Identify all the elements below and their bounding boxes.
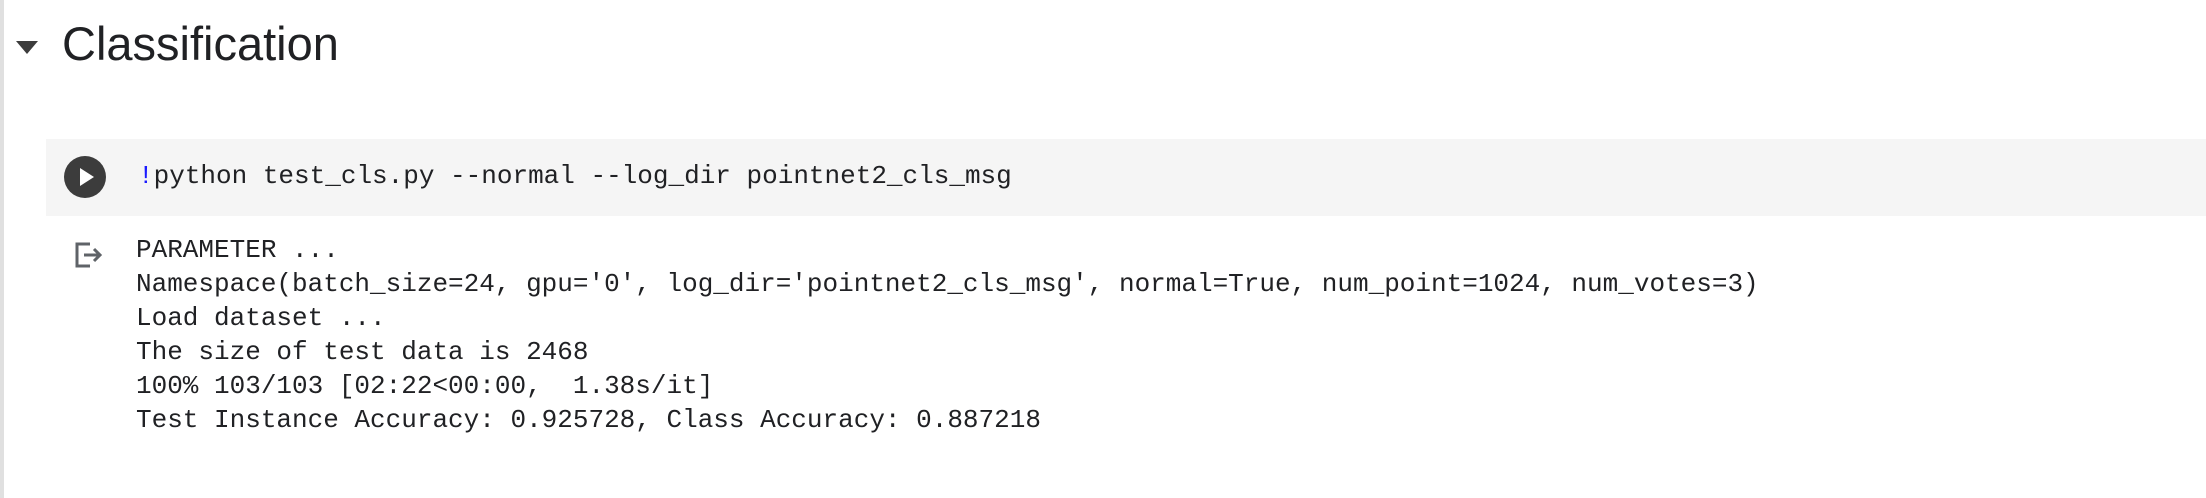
output-line: PARAMETER ... [136, 235, 339, 265]
run-cell-button[interactable] [64, 156, 106, 198]
shell-bang: ! [138, 161, 154, 191]
cell-output: PARAMETER ... Namespace(batch_size=24, g… [136, 233, 1759, 437]
play-icon [80, 168, 94, 186]
section-header: Classification [0, 0, 800, 92]
output-line: The size of test data is 2468 [136, 337, 589, 367]
caret-down-icon[interactable] [14, 38, 40, 58]
section-title: Classification [62, 17, 339, 70]
output-line: 100% 103/103 [02:22<00:00, 1.38s/it] [136, 371, 714, 401]
output-line: Load dataset ... [136, 303, 386, 333]
code-text: python test_cls.py --normal --log_dir po… [153, 161, 1012, 191]
code-line[interactable]: !python test_cls.py --normal --log_dir p… [138, 161, 1012, 191]
output-line: Namespace(batch_size=24, gpu='0', log_di… [136, 269, 1759, 299]
output-redirect-icon[interactable] [72, 238, 106, 272]
output-line: Test Instance Accuracy: 0.925728, Class … [136, 405, 1041, 435]
